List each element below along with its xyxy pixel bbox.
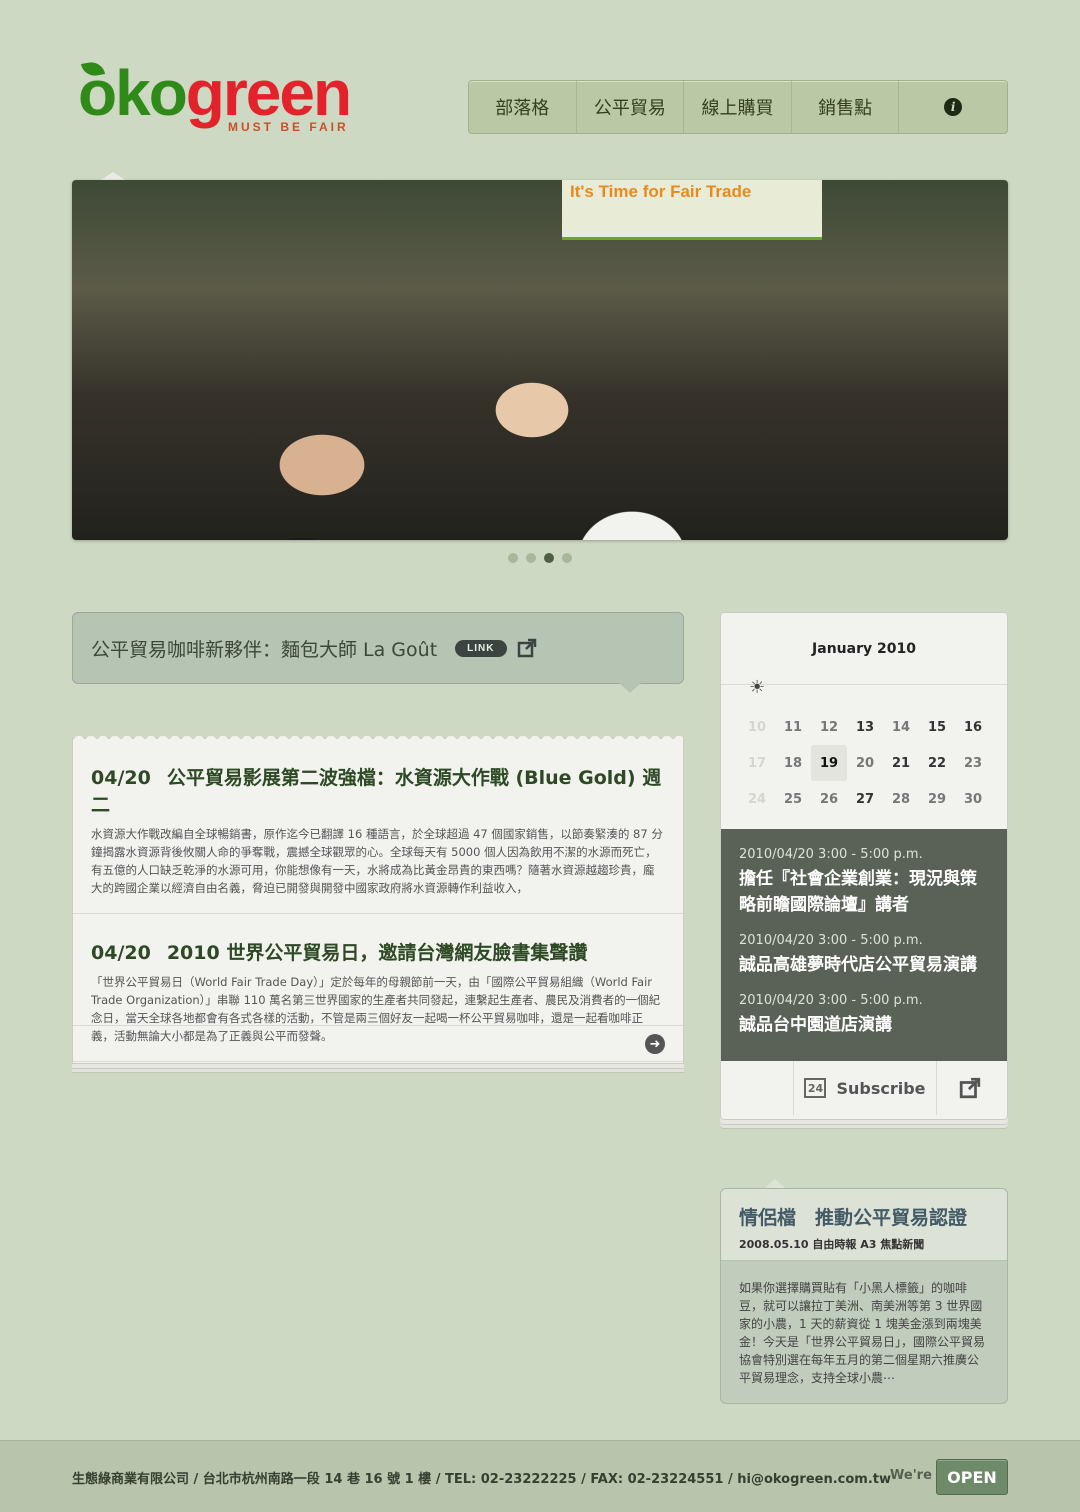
calendar-day[interactable]: 24: [739, 781, 775, 817]
calendar-day[interactable]: 27: [847, 781, 883, 817]
news-headline[interactable]: 04/20 2010 世界公平貿易日，邀請台灣網友臉書集聲讚: [91, 938, 665, 965]
arrow-right-icon[interactable]: ➜: [645, 1034, 665, 1054]
subscribe-button[interactable]: 24 Subscribe: [793, 1061, 937, 1115]
calendar-day[interactable]: 16: [955, 709, 991, 745]
news-title[interactable]: 2010 世界公平貿易日，邀請台灣網友臉書集聲讚: [167, 942, 588, 964]
calendar-grid: 10 11 12 13 14 15 16 17 18 19 20 21 22 23 24 25 26 27 28 29…: [739, 709, 991, 817]
nav-item-fair-trade[interactable]: 公平貿易: [577, 81, 685, 133]
calendar-day[interactable]: 11: [775, 709, 811, 745]
calendar-day[interactable]: 22: [919, 745, 955, 781]
logo-tagline: MUST BE FAIR: [228, 120, 349, 134]
news-date: 04/20: [91, 942, 151, 964]
calendar-day[interactable]: 26: [811, 781, 847, 817]
calendar-footer: 24 Subscribe: [721, 1061, 1007, 1119]
press-header: 情侶檔 推動公平貿易認證 2008.05.10 自由時報 A3 焦點新聞: [721, 1189, 1007, 1261]
nav-item-info[interactable]: i: [899, 81, 1007, 133]
press-excerpt: 如果你選擇購買貼有「小黑人標籤」的咖啡豆，就可以讓拉丁美洲、南美洲等第 3 世界…: [739, 1281, 986, 1385]
open-status-button[interactable]: OPEN: [936, 1459, 1008, 1495]
zigzag-edge: [73, 733, 683, 741]
slider-dot-1[interactable]: [508, 553, 518, 563]
calendar-day[interactable]: 18: [775, 745, 811, 781]
external-link-icon[interactable]: [959, 1077, 981, 1099]
event-time: 2010/04/20 3:00 - 5:00 p.m.: [739, 847, 923, 862]
featured-pointer: [619, 683, 641, 693]
main-nav: 部落格 公平貿易 線上購買 銷售點 i: [468, 80, 1008, 134]
news-footer: ➜: [73, 1025, 683, 1063]
event-item[interactable]: 2010/04/20 3:00 - 5:00 p.m. 誠品台中園道店演講: [739, 993, 989, 1038]
news-title[interactable]: 公平貿易影展第二波強檔：水資源大作戰 (Blue Gold) 週二: [91, 767, 661, 816]
site-footer: 生態綠商業有限公司 / 台北市杭州南路一段 14 巷 16 號 1 樓 / TE…: [0, 1440, 1080, 1512]
press-box[interactable]: 情侶檔 推動公平貿易認證 2008.05.10 自由時報 A3 焦點新聞 如果你…: [720, 1188, 1008, 1404]
slider-dot-4[interactable]: [562, 553, 572, 563]
nav-item-stores[interactable]: 銷售點: [792, 81, 900, 133]
nav-item-blog[interactable]: 部落格: [469, 81, 577, 133]
calendar-day[interactable]: 29: [919, 781, 955, 817]
calendar-day[interactable]: 25: [775, 781, 811, 817]
info-icon: i: [944, 98, 963, 116]
event-list: 2010/04/20 3:00 - 5:00 p.m. 擔任『社會企業創業：現況…: [721, 829, 1007, 1061]
featured-link-box[interactable]: 公平貿易咖啡新夥伴：麵包大師 La Goût LINK: [72, 612, 684, 693]
hero-photo[interactable]: It's Time for Fair Trade: [72, 180, 1008, 540]
news-card: 04/20 公平貿易影展第二波強檔：水資源大作戰 (Blue Gold) 週二 水…: [72, 733, 684, 1064]
press-title[interactable]: 情侶檔 推動公平貿易認證: [739, 1203, 989, 1230]
events-calendar: January 2010 ☀ 10 11 12 13 14 15 16 17 18 19 20 21 2…: [720, 612, 1008, 1120]
footer-contact: 生態綠商業有限公司 / 台北市杭州南路一段 14 巷 16 號 1 樓 / TE…: [72, 1472, 891, 1487]
calendar-day[interactable]: 23: [955, 745, 991, 781]
calendar-day[interactable]: 19: [811, 745, 847, 781]
okogreen-logo[interactable]: okogreen MUST BE FAIR: [78, 58, 378, 138]
calendar-day[interactable]: 30: [955, 781, 991, 817]
sun-icon: ☀: [749, 677, 766, 698]
calendar-month: January 2010: [812, 641, 916, 657]
calendar-day[interactable]: 17: [739, 745, 775, 781]
news-item[interactable]: 04/20 公平貿易影展第二波強檔：水資源大作戰 (Blue Gold) 週二 水…: [73, 739, 683, 914]
nav-item-shop[interactable]: 線上購買: [684, 81, 792, 133]
event-title[interactable]: 擔任『社會企業創業：現況與策略前瞻國際論壇』講者: [739, 866, 989, 918]
external-link-icon[interactable]: [517, 638, 537, 658]
news-headline[interactable]: 04/20 公平貿易影展第二波強檔：水資源大作戰 (Blue Gold) 週二: [91, 763, 665, 817]
slider-dot-2[interactable]: [526, 553, 536, 563]
logo-wordmark: okogreen: [78, 57, 352, 129]
calendar-day[interactable]: 10: [739, 709, 775, 745]
calendar-day[interactable]: 28: [883, 781, 919, 817]
event-item[interactable]: 2010/04/20 3:00 - 5:00 p.m. 擔任『社會企業創業：現況…: [739, 847, 989, 918]
calendar-day[interactable]: 15: [919, 709, 955, 745]
event-time: 2010/04/20 3:00 - 5:00 p.m.: [739, 933, 923, 948]
press-source: 2008.05.10 自由時報 A3 焦點新聞: [739, 1238, 925, 1251]
link-badge[interactable]: LINK: [455, 639, 507, 657]
subscribe-label: Subscribe: [836, 1078, 926, 1098]
footer-were-label: We're: [890, 1468, 932, 1483]
event-title[interactable]: 誠品高雄夢時代店公平貿易演講: [739, 952, 989, 978]
calendar-day[interactable]: 14: [883, 709, 919, 745]
event-time: 2010/04/20 3:00 - 5:00 p.m.: [739, 993, 923, 1008]
event-item[interactable]: 2010/04/20 3:00 - 5:00 p.m. 誠品高雄夢時代店公平貿易…: [739, 933, 989, 978]
slider-dots: [508, 553, 572, 563]
calendar-day[interactable]: 20: [847, 745, 883, 781]
news-excerpt: 水資源大作戰改編自全球暢銷書，原作迄今已翻譯 16 種語言，於全球超過 47 個…: [91, 827, 663, 895]
news-date: 04/20: [91, 767, 151, 789]
calendar-day[interactable]: 21: [883, 745, 919, 781]
hero-sign-text: It's Time for Fair Trade: [570, 182, 752, 201]
slider-dot-3[interactable]: [544, 553, 554, 563]
event-title[interactable]: 誠品台中園道店演講: [739, 1012, 989, 1038]
calendar-day[interactable]: 13: [847, 709, 883, 745]
featured-title[interactable]: 公平貿易咖啡新夥伴：麵包大師 La Goût: [91, 635, 437, 662]
calendar-icon: 24: [804, 1078, 827, 1098]
calendar-day[interactable]: 12: [811, 709, 847, 745]
